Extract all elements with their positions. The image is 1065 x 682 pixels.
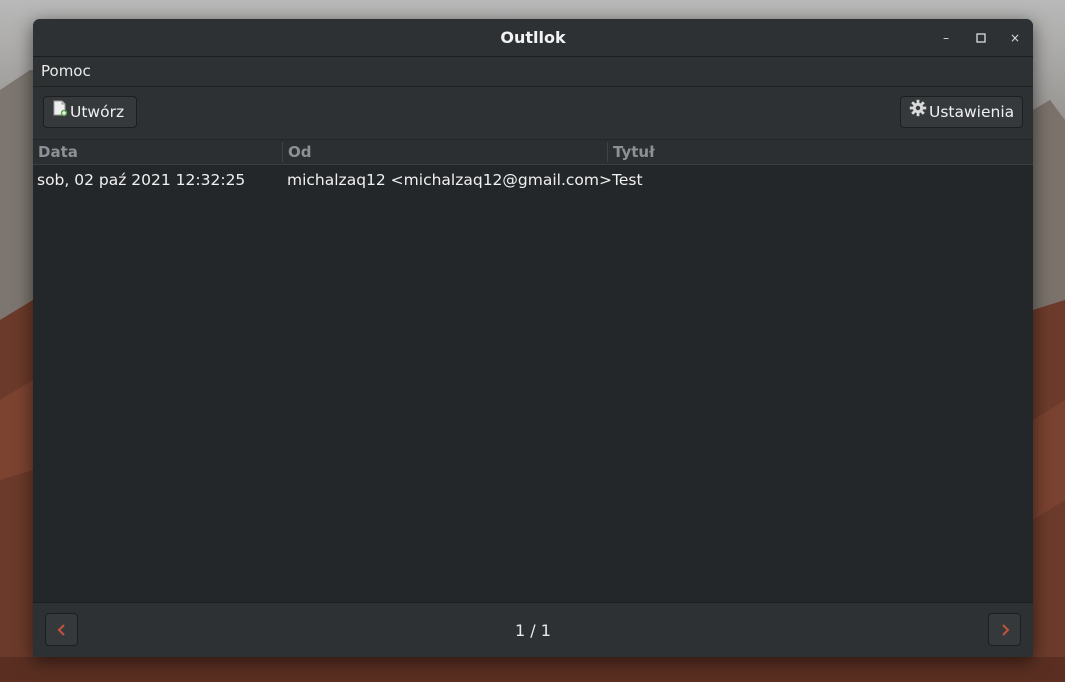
page-indicator: 1 / 1 (515, 621, 551, 640)
table-row[interactable]: sob, 02 paź 2021 12:32:25 michalzaq12 <m… (33, 167, 1033, 193)
maximize-button[interactable] (971, 28, 991, 48)
next-page-button[interactable] (988, 613, 1021, 646)
cell-from: michalzaq12 <michalzaq12@gmail.com> (287, 171, 612, 189)
close-button[interactable]: × (1005, 28, 1025, 48)
create-button-label: Utwórz (70, 103, 125, 121)
column-header-date[interactable]: Data (33, 140, 283, 164)
menu-bar: Pomoc (33, 57, 1033, 87)
create-button[interactable]: Utwórz (43, 96, 137, 128)
maximize-icon (976, 33, 986, 43)
cell-date: sob, 02 paź 2021 12:32:25 (37, 171, 246, 189)
window-title: Outllok (500, 28, 566, 47)
settings-button-label: Ustawienia (929, 103, 1015, 121)
column-header-from[interactable]: Od (283, 140, 608, 164)
chevron-right-icon (1001, 623, 1009, 636)
column-header-title[interactable]: Tytuł (608, 140, 1033, 164)
menu-item-pomoc[interactable]: Pomoc (41, 62, 91, 80)
minimize-button[interactable]: – (936, 28, 956, 48)
table-header: Data Od Tytuł (33, 140, 1033, 165)
title-bar: Outllok – × (33, 19, 1033, 57)
app-window: Outllok – × Pomoc Utwórz Ustawienia Data… (33, 19, 1033, 657)
toolbar: Utwórz Ustawienia (33, 87, 1033, 139)
new-document-icon (52, 96, 68, 128)
settings-button[interactable]: Ustawienia (900, 96, 1023, 128)
pagination-bar: 1 / 1 (33, 602, 1033, 657)
gear-icon (909, 96, 927, 128)
cell-title: Test (612, 171, 643, 189)
message-list: sob, 02 paź 2021 12:32:25 michalzaq12 <m… (33, 165, 1033, 602)
